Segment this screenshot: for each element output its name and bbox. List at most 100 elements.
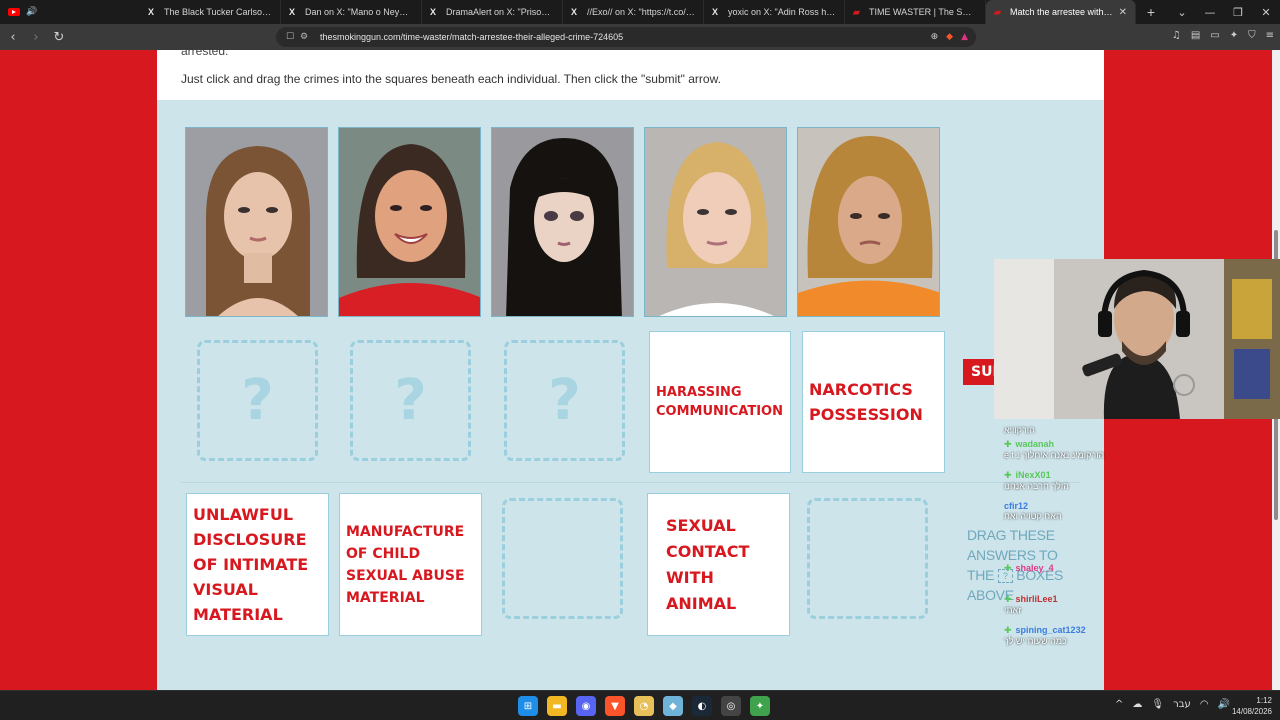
new-tab-button[interactable]: + xyxy=(1136,4,1166,20)
mugshot-5 xyxy=(797,127,940,317)
tab-title: yoxic on X: "Adin Ross has called xyxy=(728,7,836,17)
wifi-icon[interactable]: ◠ xyxy=(1200,699,1209,710)
chat-username: cfir12 xyxy=(1004,501,1029,511)
tab[interactable]: X The Black Tucker Carlson Jr us on X xyxy=(140,0,281,24)
close-tab-icon[interactable]: ✕ xyxy=(1119,7,1127,18)
intro-text-fragment: arrested. xyxy=(181,50,229,58)
forward-button[interactable]: › xyxy=(26,30,46,45)
chat-message: ✚ shaley_4 xyxy=(1004,563,1274,574)
tab-title: Dan on X: "Mano o Neymar já te xyxy=(305,7,413,17)
close-window-button[interactable]: ✕ xyxy=(1252,6,1280,19)
sidebar-icon[interactable]: ▤ xyxy=(1191,30,1200,41)
answer-card[interactable]: MANUFACTURE OF CHILD SEXUAL ABUSE MATERI… xyxy=(339,493,482,636)
chat-message: ✚ wadanah הורקומינ נאנח איחלוך נ e t xyxy=(1004,439,1274,460)
ai-assistant-icon[interactable]: ✦ xyxy=(1230,30,1238,41)
drop-zone-1[interactable]: ? xyxy=(197,340,318,461)
address-bar[interactable]: ☐ ⚙ thesmokinggun.com/time-waster/match-… xyxy=(276,27,976,47)
taskbar-clock[interactable]: 1:12 14/08/2026 xyxy=(1232,695,1272,717)
chat-username: wadanah xyxy=(1015,439,1055,449)
smoking-gun-logo-icon: ▰ xyxy=(994,6,1001,17)
stream-chat-overlay: הורקוויא ✚ wadanah הורקומינ נאנח איחלוך נ… xyxy=(1004,425,1274,655)
windows-start-icon[interactable]: ⊞ xyxy=(518,696,538,716)
tab[interactable]: Xyoxic on X: "Adin Ross has called xyxy=(704,0,845,24)
answer-text: HARASSING COMMUNICATION xyxy=(656,385,783,419)
discord-icon[interactable]: ◉ xyxy=(576,696,596,716)
app-leaf-icon[interactable]: ✦ xyxy=(750,696,770,716)
vpn-shield-icon[interactable]: ⛉ xyxy=(1248,30,1256,41)
onedrive-icon[interactable]: ☁ xyxy=(1132,699,1142,710)
x-logo-icon: X xyxy=(712,7,719,17)
taskbar-apps: ⊞ ▬ ◉ ▼ ◔ ◆ ◐ ◎ ✦ xyxy=(518,696,770,716)
brave-shield-icon[interactable]: ◆ xyxy=(946,32,953,42)
empty-answer-slot[interactable] xyxy=(502,498,623,619)
obs-icon[interactable]: ◎ xyxy=(721,696,741,716)
streamer-webcam xyxy=(994,259,1280,419)
language-indicator[interactable]: עבר xyxy=(1173,699,1191,710)
mugshot-4 xyxy=(644,127,787,317)
question-mark-icon: ? xyxy=(394,368,427,433)
drop-zone-3[interactable]: ? xyxy=(504,340,625,461)
tab-title: The Black Tucker Carlson Jr us on X xyxy=(164,7,272,17)
chat-message: cfir12 האח קטויה ואח xyxy=(1004,501,1274,521)
answer-card[interactable]: SEXUAL CONTACT WITH ANIMAL xyxy=(647,493,790,636)
navigation-bar: ‹ › ↻ ☐ ⚙ thesmokinggun.com/time-waster/… xyxy=(0,24,1280,50)
brave-rewards-icon[interactable]: ▲ xyxy=(961,32,968,42)
volume-icon[interactable]: 🔊 xyxy=(1218,699,1230,710)
tab-title: TIME WASTER | The Smoking Gun xyxy=(869,7,977,17)
mugshot-1 xyxy=(185,127,328,317)
x-logo-icon: X xyxy=(571,7,578,17)
chat-text: זאתי xyxy=(1004,605,1022,615)
minimize-button[interactable]: — xyxy=(1196,6,1224,19)
back-button[interactable]: ‹ xyxy=(3,30,23,45)
music-icon[interactable]: ♫ xyxy=(1172,30,1181,41)
answer-text: NARCOTICS POSSESSION xyxy=(809,380,923,424)
chevron-up-icon[interactable]: ^ xyxy=(1115,699,1123,710)
media-indicator[interactable]: 🔊 xyxy=(0,0,140,24)
extension-toolbar: ♫ ▤ ▭ ✦ ⛉ ≡ xyxy=(1172,30,1274,41)
menu-icon[interactable]: ≡ xyxy=(1266,30,1274,41)
article-content: arrested. Just click and drag the crimes… xyxy=(157,50,1104,690)
reload-button[interactable]: ↻ xyxy=(49,30,69,45)
steam-icon[interactable]: ◐ xyxy=(692,696,712,716)
placed-answer-card[interactable]: HARASSING COMMUNICATION xyxy=(649,331,791,473)
tab[interactable]: ▰ TIME WASTER | The Smoking Gun xyxy=(845,0,986,24)
question-mark-icon: ? xyxy=(548,368,581,433)
app-clock-icon[interactable]: ◔ xyxy=(634,696,654,716)
chat-username: iNexX01 xyxy=(1015,470,1051,480)
chat-text: כמה שעות יש לך xyxy=(1004,636,1067,646)
url-text[interactable]: thesmokinggun.com/time-waster/match-arre… xyxy=(320,32,931,42)
chat-message: ✚ shirliLee1 זאתי xyxy=(1004,594,1274,615)
chat-username: shirliLee1 xyxy=(1015,594,1058,604)
app-diamond-icon[interactable]: ◆ xyxy=(663,696,683,716)
tab-title: //Exo// on X: "https://t.co/j9Q8U xyxy=(587,7,695,17)
drop-zone-2[interactable]: ? xyxy=(350,340,471,461)
x-logo-icon: X xyxy=(148,7,155,17)
question-mark-icon: ? xyxy=(241,368,274,433)
chat-text: הורקומינ נאנח איחלוך נ e t xyxy=(1004,450,1105,460)
speaker-icon: 🔊 xyxy=(26,7,38,17)
mugshot-2 xyxy=(338,127,481,317)
mic-icon[interactable]: 🎙 xyxy=(1151,699,1164,710)
tab-search-icon[interactable]: ⌄ xyxy=(1168,6,1196,19)
empty-answer-slot[interactable] xyxy=(807,498,928,619)
brave-icon[interactable]: ▼ xyxy=(605,696,625,716)
file-explorer-icon[interactable]: ▬ xyxy=(547,696,567,716)
answer-text: SEXUAL CONTACT WITH ANIMAL xyxy=(666,515,750,613)
sub-badge-icon: ✚ xyxy=(1004,595,1012,605)
browser-tab-bar: 🔊 X The Black Tucker Carlson Jr us on X X… xyxy=(0,0,1280,24)
mugshot-3 xyxy=(491,127,634,317)
tab-title: Match the arrestee with their xyxy=(1010,7,1113,17)
answer-card[interactable]: UNLAWFUL DISCLOSURE OF INTIMATE VISUAL M… xyxy=(186,493,329,636)
tab[interactable]: X DramaAlert on X: "Prison stream xyxy=(422,0,563,24)
wallet-icon[interactable]: ▭ xyxy=(1210,30,1219,41)
tab[interactable]: X //Exo// on X: "https://t.co/j9Q8U xyxy=(563,0,704,24)
site-info-icon[interactable]: ⚙ xyxy=(300,32,314,42)
maximize-button[interactable]: ❐ xyxy=(1224,6,1252,19)
tab-active[interactable]: ▰ Match the arrestee with their ✕ xyxy=(986,0,1136,24)
sub-badge-icon: ✚ xyxy=(1004,564,1012,574)
bookmark-icon[interactable]: ☐ xyxy=(286,32,300,42)
tab[interactable]: X Dan on X: "Mano o Neymar já te xyxy=(281,0,422,24)
zoom-icon[interactable]: ⊕ xyxy=(931,32,939,42)
chat-username: spining_cat1232 xyxy=(1015,625,1086,635)
placed-answer-card[interactable]: NARCOTICS POSSESSION xyxy=(802,331,945,473)
